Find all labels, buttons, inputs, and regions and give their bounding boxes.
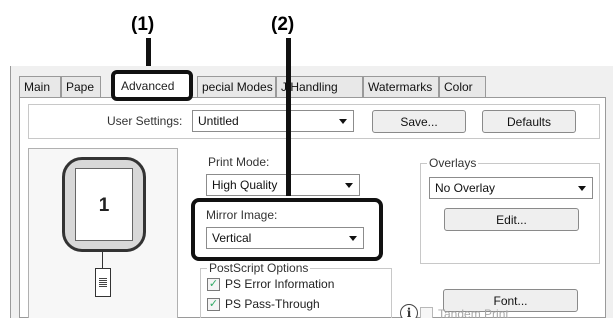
tab-advanced[interactable]: Advanced [111, 70, 193, 101]
ps-error-information-label: PS Error Information [225, 277, 335, 291]
user-settings-label: User Settings: [107, 114, 183, 128]
ps-pass-through-checkbox[interactable]: ✓ [207, 298, 220, 311]
preview-connector [102, 252, 103, 268]
mirror-image-label: Mirror Image: [206, 208, 278, 222]
ps-error-information-checkbox[interactable]: ✓ [207, 278, 220, 291]
tab-paper[interactable]: Pape [61, 76, 101, 98]
mirror-image-highlight: Mirror Image: Vertical [191, 198, 383, 261]
user-settings-value: Untitled [198, 114, 239, 128]
page-preview-icon: 1 [62, 157, 146, 252]
tab-main[interactable]: Main [19, 76, 61, 98]
chevron-down-icon [345, 183, 353, 188]
overlays-group: Overlays No Overlay Edit... [420, 156, 600, 264]
page-number: 1 [98, 195, 110, 216]
chevron-down-icon [578, 186, 586, 191]
overlays-title: Overlays [427, 156, 479, 170]
postscript-options-title: PostScript Options [207, 261, 311, 275]
user-settings-select[interactable]: Untitled [192, 110, 354, 132]
callout-label-1: (1) [131, 14, 155, 35]
info-icon[interactable]: i [400, 304, 418, 318]
edit-overlay-button[interactable]: Edit... [444, 208, 579, 231]
tab-color[interactable]: Color [439, 76, 486, 98]
print-mode-value: High Quality [212, 178, 278, 192]
overlays-select[interactable]: No Overlay [429, 177, 593, 199]
printer-properties-dialog: Main Pape pecial Modes J Handling Waterm… [10, 66, 613, 318]
print-mode-label: Print Mode: [208, 155, 270, 169]
user-settings-row: User Settings: Untitled Save... Defaults [28, 104, 600, 139]
document-lines [99, 278, 107, 288]
overlays-value: No Overlay [435, 181, 496, 195]
ps-pass-through-label: PS Pass-Through [225, 297, 320, 311]
callout-pointer-2 [286, 38, 291, 196]
callout-label-2: (2) [271, 14, 295, 35]
defaults-button[interactable]: Defaults [482, 110, 576, 133]
chevron-down-icon [339, 119, 347, 124]
print-mode-select[interactable]: High Quality [206, 174, 360, 196]
document-icon [95, 268, 111, 297]
chevron-down-icon [349, 236, 357, 241]
tab-special-modes[interactable]: pecial Modes [197, 76, 276, 98]
page-sheet: 1 [75, 168, 133, 241]
save-button[interactable]: Save... [372, 110, 466, 133]
advanced-panel: User Settings: Untitled Save... Defaults… [19, 97, 606, 318]
postscript-options-group: PostScript Options ✓ PS Error Informatio… [200, 261, 392, 318]
tandem-print-checkbox [420, 307, 433, 318]
page-preview: 1 [28, 148, 178, 318]
tandem-print-label: Tandem Print [438, 307, 509, 318]
mirror-image-value: Vertical [212, 231, 252, 245]
mirror-image-select[interactable]: Vertical [206, 227, 364, 249]
tab-watermarks[interactable]: Watermarks [363, 76, 439, 98]
